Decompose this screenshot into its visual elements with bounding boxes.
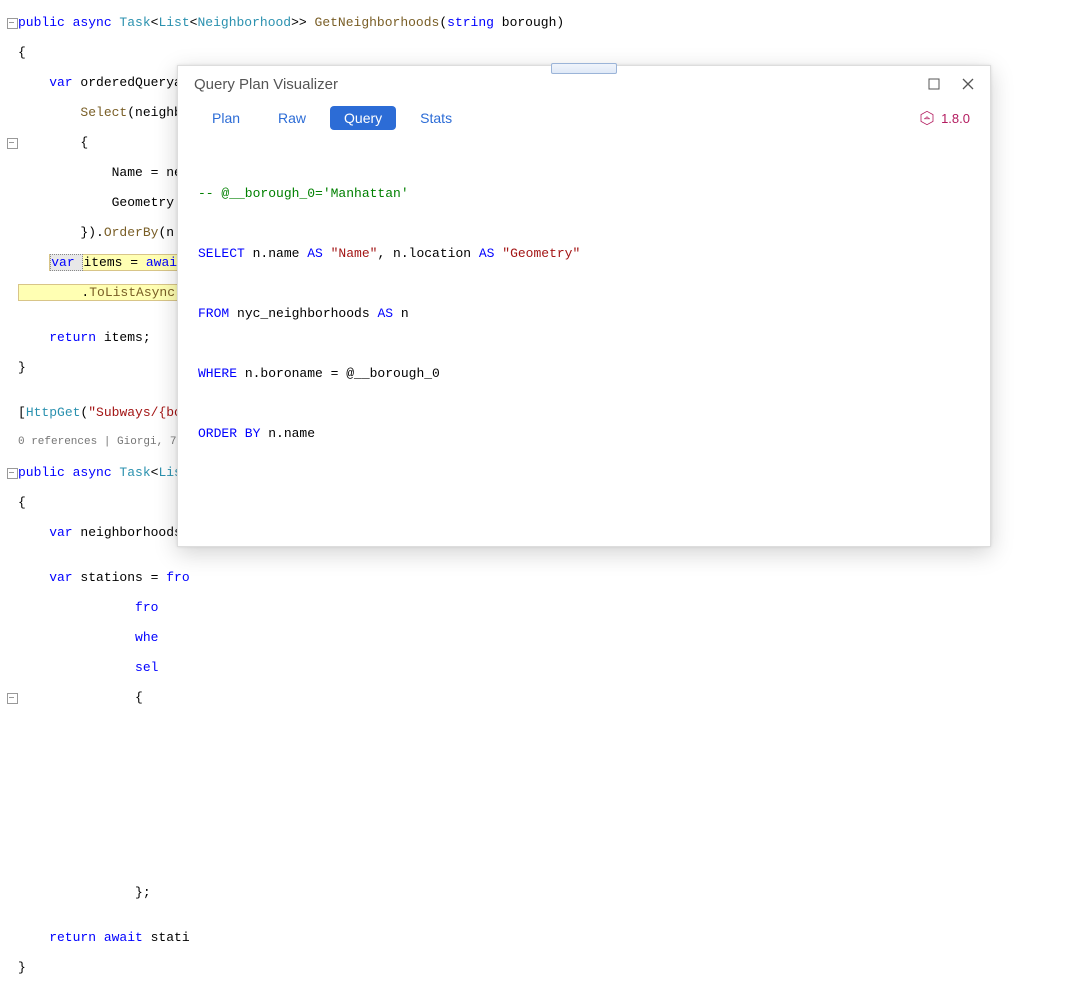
- code-line: {: [18, 690, 689, 705]
- sql-line: SELECT n.name AS "Name", n.location AS "…: [198, 244, 970, 264]
- code-line: sel: [18, 660, 689, 675]
- code-line: public async Task<List<Neighborhood>> Ge…: [18, 15, 689, 30]
- code-line: [18, 855, 689, 870]
- version-badge[interactable]: 1.8.0: [919, 110, 970, 126]
- tab-stats[interactable]: Stats: [406, 106, 466, 130]
- sql-line: ORDER BY n.name: [198, 424, 970, 444]
- sql-line: -- @__borough_0='Manhattan': [198, 184, 970, 204]
- sql-line: FROM nyc_neighborhoods AS n: [198, 304, 970, 324]
- window-controls: [928, 78, 974, 90]
- code-line: [18, 825, 689, 840]
- dialog-title: Query Plan Visualizer: [194, 76, 338, 93]
- hexagon-icon: [919, 110, 935, 126]
- code-line: return await stati: [18, 930, 689, 945]
- tab-plan[interactable]: Plan: [198, 106, 254, 130]
- code-line: [18, 795, 689, 810]
- tab-bar: Plan Raw Query Stats 1.8.0: [178, 102, 990, 134]
- code-line: };: [18, 885, 689, 900]
- tab-query[interactable]: Query: [330, 106, 396, 130]
- sql-line: WHERE n.boroname = @__borough_0: [198, 364, 970, 384]
- maximize-icon[interactable]: [928, 78, 940, 90]
- close-icon[interactable]: [962, 78, 974, 90]
- code-line: [18, 765, 689, 780]
- code-line: whe: [18, 630, 689, 645]
- code-line: {: [18, 45, 689, 60]
- code-line: }: [18, 960, 689, 975]
- code-line: var stations = fro: [18, 570, 689, 585]
- code-line: fro: [18, 600, 689, 615]
- query-plan-visualizer-dialog: Query Plan Visualizer Plan Raw Query Sta…: [177, 65, 991, 547]
- version-label: 1.8.0: [941, 111, 970, 126]
- sql-output[interactable]: -- @__borough_0='Manhattan' SELECT n.nam…: [178, 134, 990, 484]
- tab-raw[interactable]: Raw: [264, 106, 320, 130]
- drag-handle[interactable]: [551, 63, 617, 74]
